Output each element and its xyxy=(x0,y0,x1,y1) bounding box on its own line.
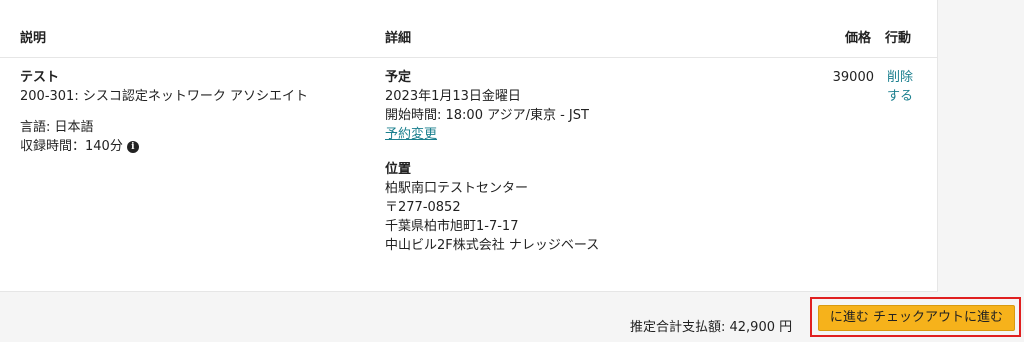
schedule-title: 予定 xyxy=(385,70,412,85)
item-price: 39000 xyxy=(832,70,874,85)
estimated-total: 推定合計支払額: 42,900 円 xyxy=(630,320,793,335)
exam-language: 言語: 日本語 xyxy=(20,120,94,135)
item-type: テスト xyxy=(20,70,60,85)
exam-duration-row: 収録時間：140分 i xyxy=(20,137,360,156)
remove-link[interactable]: 削除 する xyxy=(887,68,919,106)
location-line: 〒277-0852 xyxy=(385,200,461,215)
location-line: 中山ビル2F株式会社 ナレッジベース xyxy=(385,238,600,253)
header-detail: 詳細 xyxy=(385,31,412,46)
header-action: 行動 xyxy=(885,31,912,46)
schedule-start-time: 開始時間: 18:00 アジア/東京 - JST xyxy=(385,108,589,123)
exam-duration: 収録時間：140分 xyxy=(20,139,123,154)
location-title: 位置 xyxy=(385,162,412,177)
reschedule-link[interactable]: 予約変更 xyxy=(385,127,437,142)
schedule-date: 2023年1月13日金曜日 xyxy=(385,89,521,104)
header-description: 説明 xyxy=(20,31,47,46)
item-description-cell: テスト 200-301: シスコ認定ネットワーク アソシエイト 言語: 日本語 … xyxy=(20,68,360,156)
location-line: 柏駅南口テストセンター xyxy=(385,181,529,196)
exam-name: 200-301: シスコ認定ネットワーク アソシエイト xyxy=(20,89,308,104)
item-detail-cell: 予定 2023年1月13日金曜日 開始時間: 18:00 アジア/東京 - JS… xyxy=(385,68,785,255)
cart-table-card: 説明 詳細 価格 行動 テスト 200-301: シスコ認定ネットワーク アソシ… xyxy=(0,0,938,292)
location-line: 千葉県柏市旭町1-7-17 xyxy=(385,219,519,234)
checkout-button[interactable]: に進む チェックアウトに進む xyxy=(818,305,1015,331)
info-icon[interactable]: i xyxy=(126,140,139,153)
header-divider xyxy=(0,57,938,58)
header-price: 価格 xyxy=(845,31,872,46)
